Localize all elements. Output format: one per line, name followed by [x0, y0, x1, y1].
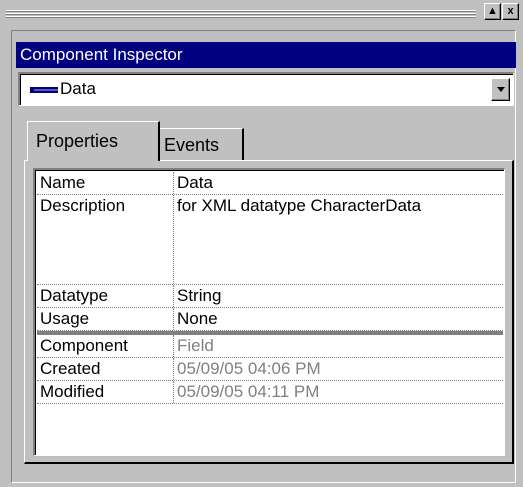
property-label: Modified — [37, 381, 174, 403]
component-selector-value: Data — [60, 79, 96, 98]
property-value[interactable]: String — [174, 285, 503, 307]
close-button[interactable]: x — [502, 3, 519, 20]
property-value: Field — [177, 336, 214, 355]
data-type-icon — [30, 87, 58, 93]
property-row-datatype[interactable]: Datatype String — [37, 285, 503, 308]
property-label: Component — [37, 335, 174, 357]
property-label: Description — [37, 195, 174, 284]
dropdown-button[interactable] — [491, 78, 510, 101]
property-label: Name — [37, 172, 174, 194]
property-value[interactable]: for XML datatype CharacterData — [174, 195, 503, 284]
property-row-created: Created 05/09/05 04:06 PM — [37, 358, 503, 381]
tab-properties[interactable]: Properties — [27, 121, 160, 161]
toolbar-gripper[interactable] — [6, 10, 476, 18]
property-row-description[interactable]: Description for XML datatype CharacterDa… — [37, 195, 503, 285]
property-value[interactable]: None — [174, 308, 503, 330]
restore-button[interactable]: ▲ — [484, 3, 501, 20]
window-title: Component Inspector — [16, 42, 516, 68]
property-label: Datatype — [37, 285, 174, 307]
property-row-name[interactable]: Name Data — [37, 172, 503, 195]
property-row-modified: Modified 05/09/05 04:11 PM — [37, 381, 503, 404]
property-label: Usage — [37, 308, 174, 330]
property-row-usage[interactable]: Usage None — [37, 308, 503, 331]
property-label: Created — [37, 358, 174, 380]
up-arrow-icon: ▲ — [487, 5, 498, 17]
property-row-component: Component Field — [37, 335, 503, 358]
component-selector[interactable]: Data — [18, 72, 514, 106]
property-value[interactable]: Data — [174, 172, 503, 194]
close-icon: x — [507, 5, 514, 17]
property-value: 05/09/05 04:11 PM — [177, 382, 320, 401]
property-value: 05/09/05 04:06 PM — [177, 359, 321, 378]
property-grid: Name Data Description for XML datatype C… — [33, 168, 505, 456]
tab-events[interactable]: Events — [160, 128, 244, 160]
